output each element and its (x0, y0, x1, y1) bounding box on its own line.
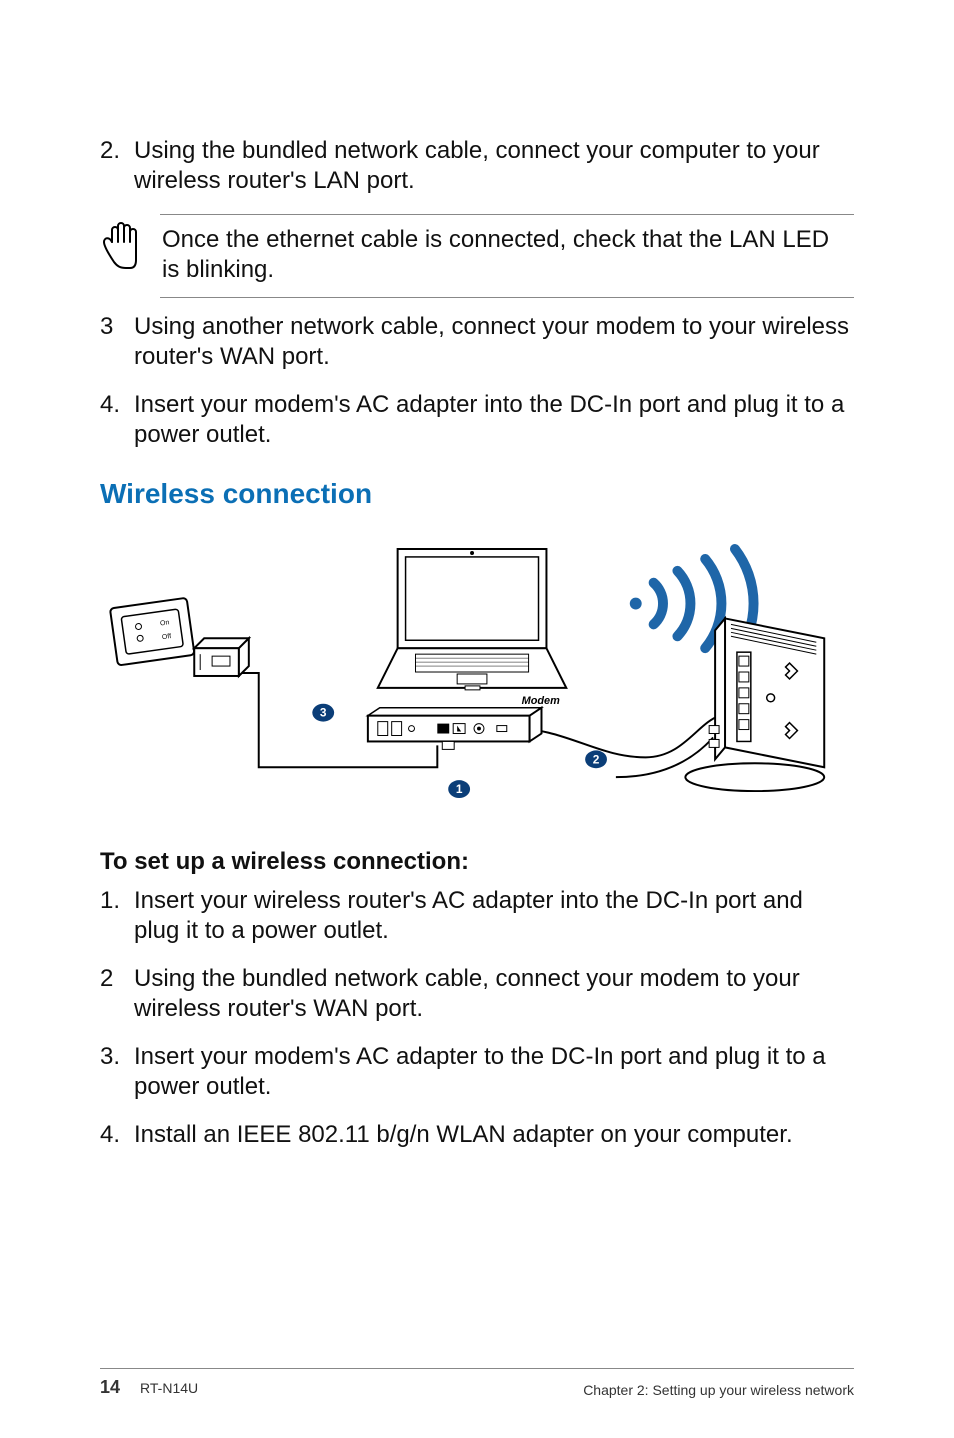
list-number: 2 (100, 964, 134, 1024)
footer-model: RT-N14U (140, 1380, 198, 1396)
page-number: 14 (100, 1377, 120, 1398)
list-item: 4. Install an IEEE 802.11 b/g/n WLAN ada… (100, 1120, 854, 1150)
modem-label: Modem (522, 695, 560, 707)
list-text: Insert your modem's AC adapter to the DC… (134, 1042, 854, 1102)
list-item: 3. Insert your modem's AC adapter to the… (100, 1042, 854, 1102)
list-item: 2 Using the bundled network cable, conne… (100, 964, 854, 1024)
list-item: 2. Using the bundled network cable, conn… (100, 136, 854, 196)
note-row: Once the ethernet cable is connected, ch… (100, 214, 854, 298)
list-number: 4. (100, 1120, 134, 1150)
modem-icon: Modem (368, 695, 560, 750)
list-item: 4. Insert your modem's AC adapter into t… (100, 390, 854, 450)
list-text: Using the bundled network cable, connect… (134, 964, 854, 1024)
laptop-icon (378, 549, 566, 690)
wireless-connection-diagram: On Off (100, 528, 854, 818)
list-text: Using the bundled network cable, connect… (134, 136, 854, 196)
callout-2: 2 (585, 750, 607, 768)
callout-3: 3 (312, 704, 334, 722)
list-text: Install an IEEE 802.11 b/g/n WLAN adapte… (134, 1120, 854, 1150)
svg-text:3: 3 (320, 706, 327, 720)
section-heading: Wireless connection (100, 478, 854, 510)
page-footer: 14 RT-N14U Chapter 2: Setting up your wi… (100, 1368, 854, 1398)
note-text: Once the ethernet cable is connected, ch… (160, 214, 854, 298)
footer-left: 14 RT-N14U (100, 1377, 198, 1398)
callout-1: 1 (448, 780, 470, 798)
hand-stop-icon (100, 214, 144, 272)
svg-text:On: On (160, 619, 170, 627)
page: 2. Using the bundled network cable, conn… (0, 0, 954, 1438)
sub-heading: To set up a wireless connection: (100, 848, 854, 876)
list-item: 1. Insert your wireless router's AC adap… (100, 886, 854, 946)
list-number: 1. (100, 886, 134, 946)
svg-text:Off: Off (162, 633, 172, 641)
list-number: 4. (100, 390, 134, 450)
list-text: Insert your modem's AC adapter into the … (134, 390, 854, 450)
ac-adapter-icon (194, 638, 249, 676)
list-number: 3. (100, 1042, 134, 1102)
wall-outlet-icon: On Off (110, 598, 195, 666)
list-text: Insert your wireless router's AC adapter… (134, 886, 854, 946)
list-number: 3 (100, 312, 134, 372)
footer-chapter: Chapter 2: Setting up your wireless netw… (583, 1382, 854, 1398)
svg-text:2: 2 (593, 752, 600, 766)
list-item: 3 Using another network cable, connect y… (100, 312, 854, 372)
list-text: Using another network cable, connect you… (134, 312, 854, 372)
list-number: 2. (100, 136, 134, 196)
svg-text:1: 1 (456, 782, 463, 796)
content-area: 2. Using the bundled network cable, conn… (100, 130, 854, 1368)
